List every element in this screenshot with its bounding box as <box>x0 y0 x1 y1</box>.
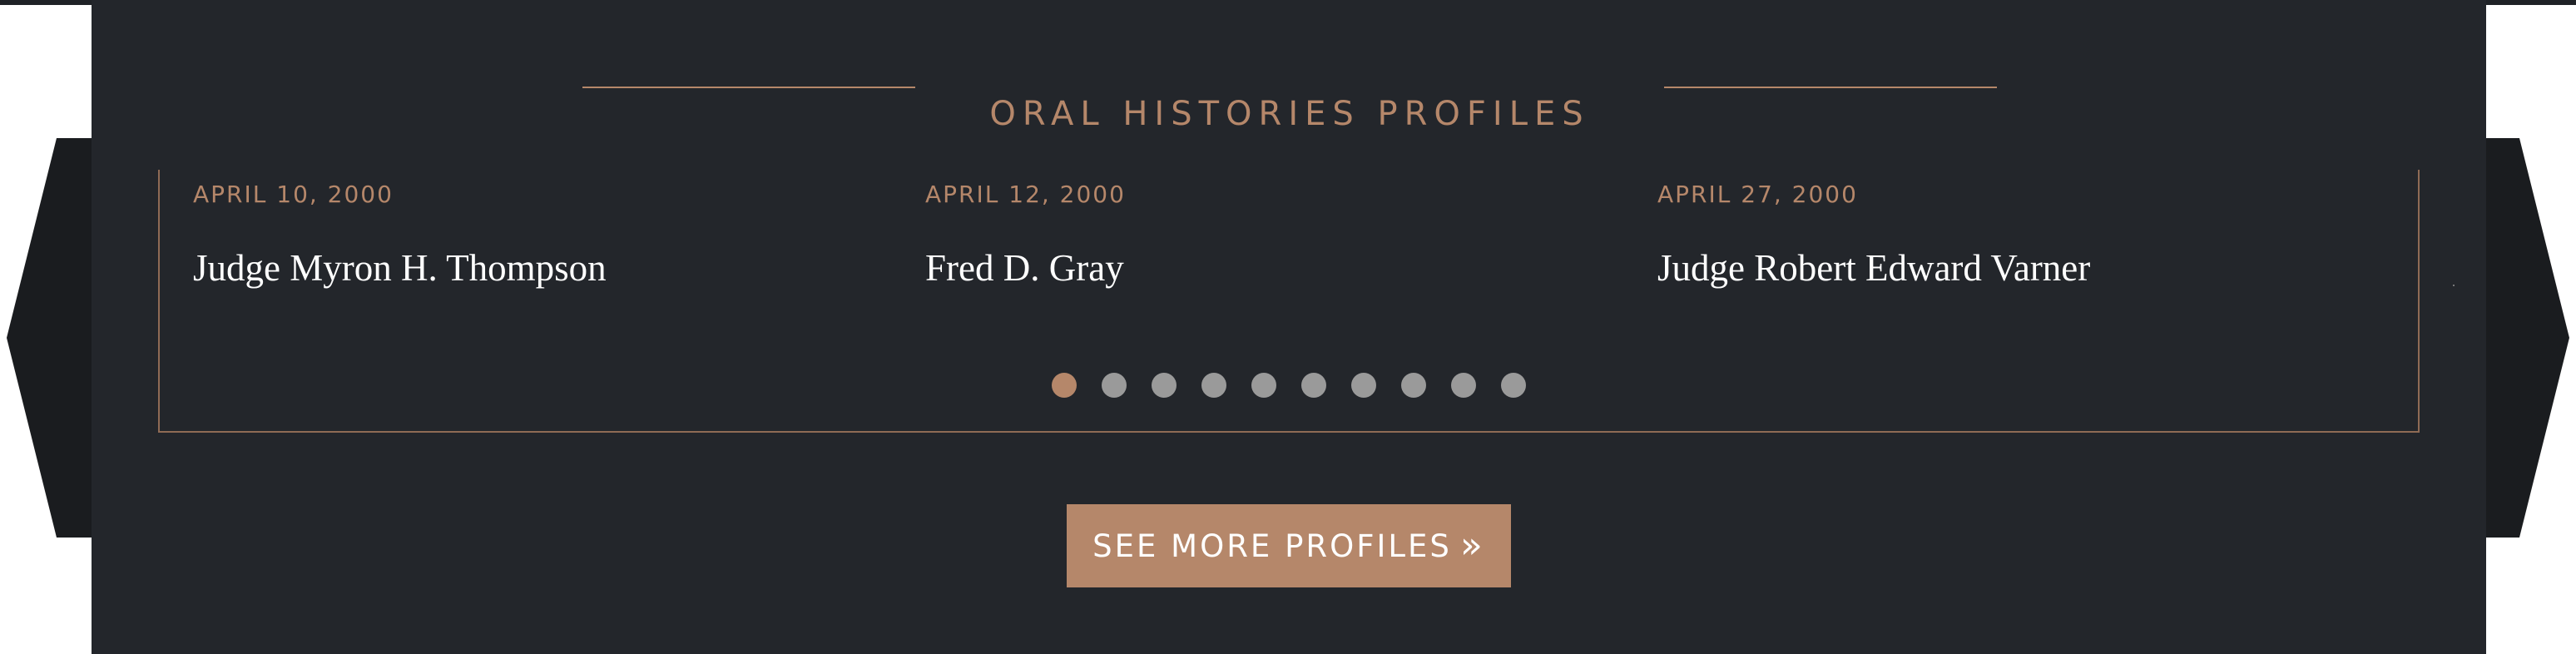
profiles-panel: ORAL HISTORIES PROFILES APRIL 10, 2000 J… <box>92 0 2486 654</box>
double-chevron-right-icon: » <box>1459 524 1485 567</box>
header-divider-left <box>582 87 915 88</box>
next-slide-peek <box>2453 285 2455 286</box>
see-more-profiles-label: SEE MORE PROFILES <box>1092 528 1452 564</box>
page-stage: ORAL HISTORIES PROFILES APRIL 10, 2000 J… <box>0 0 2576 654</box>
pagination-dot-6[interactable] <box>1301 373 1326 398</box>
profile-card[interactable]: APRIL 27, 2000 Judge Robert Edward Varne… <box>1657 180 2340 291</box>
right-ribbon-wing <box>2478 138 2569 538</box>
profiles-carousel: APRIL 10, 2000 Judge Myron H. Thompson A… <box>158 170 2455 433</box>
pagination-dot-10[interactable] <box>1501 373 1526 398</box>
profile-name-link[interactable]: Fred D. Gray <box>925 245 1608 291</box>
profile-date: APRIL 12, 2000 <box>925 181 1126 208</box>
pagination-dot-4[interactable] <box>1201 373 1226 398</box>
profile-name-link[interactable]: Judge Myron H. Thompson <box>193 245 875 291</box>
profile-name-link[interactable]: Judge Robert Edward Varner <box>1657 245 2340 291</box>
profile-card[interactable]: APRIL 12, 2000 Fred D. Gray <box>925 180 1608 291</box>
header-divider-right <box>1664 87 1997 88</box>
profile-card[interactable]: APRIL 10, 2000 Judge Myron H. Thompson <box>193 180 875 291</box>
pagination-dot-8[interactable] <box>1401 373 1426 398</box>
profile-date: APRIL 27, 2000 <box>1657 181 1858 208</box>
see-more-profiles-button[interactable]: SEE MORE PROFILES » <box>1067 504 1511 587</box>
pagination-dot-9[interactable] <box>1451 373 1476 398</box>
left-ribbon-wing <box>7 138 98 538</box>
pagination-dot-3[interactable] <box>1152 373 1177 398</box>
section-title: ORAL HISTORIES PROFILES <box>989 95 1590 134</box>
carousel-pagination <box>160 373 2418 398</box>
pagination-dot-7[interactable] <box>1351 373 1376 398</box>
pagination-dot-5[interactable] <box>1251 373 1276 398</box>
pagination-dot-2[interactable] <box>1102 373 1127 398</box>
profile-date: APRIL 10, 2000 <box>193 181 394 208</box>
pagination-dot-1[interactable] <box>1052 373 1077 398</box>
